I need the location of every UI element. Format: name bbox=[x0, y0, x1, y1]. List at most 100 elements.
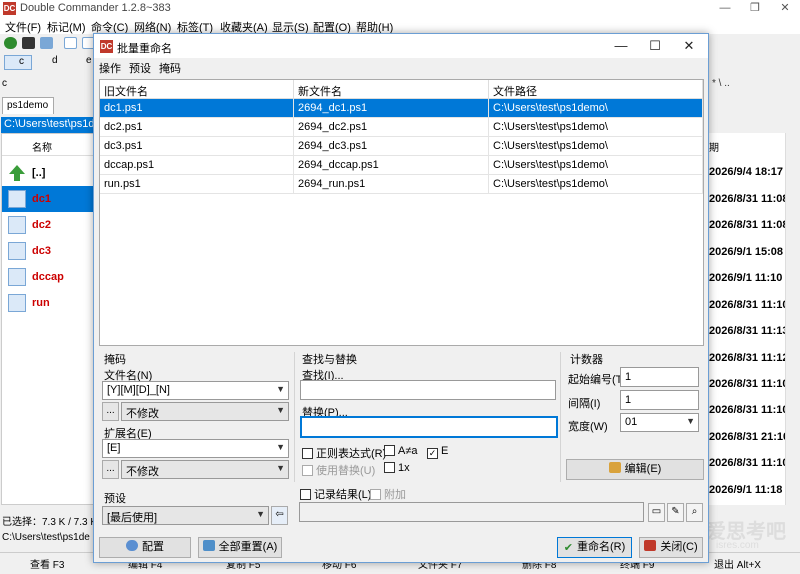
use-substitution-checkbox[interactable]: 使用替换(U) bbox=[302, 462, 375, 478]
list-item[interactable]: run bbox=[2, 290, 93, 316]
drive-button-c[interactable]: c bbox=[4, 55, 32, 70]
extension-mask-combo[interactable]: [E] ▼ bbox=[102, 439, 289, 458]
date-cell: 2026/8/31 11:08 bbox=[709, 193, 789, 205]
reset-all-button[interactable]: 全部重置(A) bbox=[198, 537, 282, 558]
table-row[interactable]: dc1.ps1 2694_dc1.ps1 C:\Users\test\ps1de… bbox=[100, 99, 703, 118]
path-cell: C:\Users\test\ps1demo\ bbox=[489, 175, 703, 194]
replace-input[interactable] bbox=[300, 416, 558, 438]
check-icon: ✔ bbox=[563, 542, 573, 554]
menu-mark[interactable]: 标记(M) bbox=[47, 19, 86, 35]
extension-case-value: 不修改 bbox=[126, 466, 159, 478]
find-input[interactable] bbox=[300, 380, 556, 400]
extension-only-label: E bbox=[441, 445, 449, 457]
menu-presets[interactable]: 预设 bbox=[129, 60, 151, 76]
column-header-path[interactable]: 文件路径 bbox=[489, 80, 703, 99]
maximize-icon[interactable]: ☐ bbox=[638, 34, 672, 58]
extension-mask-more-button[interactable]: ... bbox=[102, 460, 119, 479]
append-log-checkbox[interactable]: 附加 bbox=[370, 486, 406, 502]
drive-button-d[interactable]: d bbox=[38, 55, 58, 66]
log-file-input[interactable] bbox=[299, 502, 644, 522]
right-date-column-header[interactable]: 期 bbox=[709, 139, 719, 154]
presets-value: [最后使用] bbox=[107, 512, 158, 524]
menu-file[interactable]: 文件(F) bbox=[5, 19, 41, 35]
minimize-icon[interactable]: — bbox=[604, 34, 638, 58]
close-button[interactable]: 关闭(C) bbox=[639, 537, 703, 558]
list-item[interactable]: [..] bbox=[2, 160, 93, 186]
presets-combo[interactable]: [最后使用] ▼ bbox=[102, 506, 269, 525]
view-icon[interactable] bbox=[40, 37, 53, 49]
date-cell: 2026/8/31 21:10 bbox=[709, 431, 790, 443]
right-path-shortcuts[interactable]: * \ .. bbox=[712, 78, 730, 89]
table-row[interactable]: dccap.ps1 2694_dccap.ps1 C:\Users\test\p… bbox=[100, 156, 703, 175]
view-log-icon[interactable]: ⌕ bbox=[686, 503, 703, 522]
dialog-titlebar: DC 批量重命名 — ☐ ✕ bbox=[94, 34, 708, 58]
list-item[interactable]: dc3 bbox=[2, 238, 93, 264]
brief-view-icon[interactable] bbox=[64, 37, 77, 49]
checkbox-box bbox=[302, 465, 313, 476]
config-button[interactable]: 配置 bbox=[99, 537, 191, 558]
interval-input[interactable] bbox=[620, 390, 699, 410]
rename-button[interactable]: ✔ 重命名(R) bbox=[557, 537, 632, 558]
case-sensitive-checkbox[interactable]: A≠a bbox=[384, 445, 418, 457]
reset-icon bbox=[202, 540, 215, 551]
exit-icon bbox=[644, 540, 657, 551]
script-file-icon bbox=[8, 242, 26, 260]
interval-label: 间隔(I) bbox=[568, 398, 601, 410]
left-folder-tab[interactable]: ps1demo bbox=[2, 97, 54, 114]
filename-mask-combo[interactable]: [Y][M][D]_[N] ▼ bbox=[102, 381, 289, 400]
log-result-checkbox[interactable]: 记录结果(L) bbox=[300, 486, 371, 502]
edit-log-icon[interactable]: ✎ bbox=[667, 503, 684, 522]
menu-mask[interactable]: 掩码 bbox=[159, 60, 181, 76]
date-cell: 2026/8/31 11:08 bbox=[709, 219, 789, 231]
filename-mask-value: [Y][M][D]_[N] bbox=[107, 384, 170, 396]
table-row[interactable]: run.ps1 2694_run.ps1 C:\Users\test\ps1de… bbox=[100, 175, 703, 194]
left-name-column-header[interactable]: 名称 bbox=[2, 134, 93, 156]
list-item[interactable]: dc1 bbox=[2, 186, 93, 212]
extension-case-combo[interactable]: 不修改 ▼ bbox=[121, 460, 289, 479]
close-icon[interactable]: ✕ bbox=[770, 0, 800, 17]
save-preset-icon[interactable]: ⇦ bbox=[271, 506, 288, 525]
script-file-icon bbox=[8, 190, 26, 208]
list-item[interactable]: dccap bbox=[2, 264, 93, 290]
right-scrollbar[interactable] bbox=[785, 133, 800, 505]
list-item-label: dccap bbox=[32, 271, 64, 283]
close-button-label: 关闭(C) bbox=[660, 541, 698, 553]
script-file-icon bbox=[8, 268, 26, 286]
close-icon[interactable]: ✕ bbox=[672, 34, 706, 58]
left-current-path[interactable]: C:\Users\test\ps1demo\ bbox=[1, 117, 94, 133]
path-cell: C:\Users\test\ps1demo\ bbox=[489, 99, 703, 118]
gear-icon bbox=[126, 540, 138, 551]
edit-counter-button[interactable]: 编辑(E) bbox=[566, 459, 704, 480]
regex-checkbox[interactable]: 正则表达式(R) bbox=[302, 445, 386, 461]
list-item-label: dc2 bbox=[32, 219, 51, 231]
checkbox-box bbox=[384, 462, 395, 473]
fkey-exit-button[interactable]: 退出 Alt+X bbox=[714, 556, 761, 571]
list-item-label: dc3 bbox=[32, 245, 51, 257]
filename-mask-more-button[interactable]: ... bbox=[102, 402, 119, 421]
watermark-url: isres.com bbox=[716, 540, 759, 551]
menu-actions[interactable]: 操作 bbox=[99, 60, 121, 76]
start-number-input[interactable] bbox=[620, 367, 699, 387]
replace-once-checkbox[interactable]: 1x bbox=[384, 462, 410, 474]
column-header-old-name[interactable]: 旧文件名 bbox=[100, 80, 294, 99]
extension-only-checkbox[interactable]: ✓ E bbox=[427, 445, 448, 459]
table-row[interactable]: dc2.ps1 2694_dc2.ps1 C:\Users\test\ps1de… bbox=[100, 118, 703, 137]
table-row[interactable]: dc3.ps1 2694_dc3.ps1 C:\Users\test\ps1de… bbox=[100, 137, 703, 156]
column-header-new-name[interactable]: 新文件名 bbox=[294, 80, 489, 99]
drive-button-e[interactable]: e bbox=[72, 55, 92, 66]
filename-case-combo[interactable]: 不修改 ▼ bbox=[121, 402, 289, 421]
regex-label: 正则表达式(R) bbox=[316, 448, 387, 460]
new-name-cell: 2694_dc3.ps1 bbox=[294, 137, 489, 156]
mask-group-label: 掩码 bbox=[104, 354, 126, 366]
width-value: 01 bbox=[625, 416, 638, 428]
terminal-icon[interactable] bbox=[22, 37, 35, 49]
fkey-view-button[interactable]: 查看 F3 bbox=[30, 556, 64, 571]
list-item[interactable]: dc2 bbox=[2, 212, 93, 238]
browse-folder-icon[interactable]: ▭ bbox=[648, 503, 665, 522]
refresh-icon[interactable] bbox=[4, 37, 17, 49]
width-combo[interactable]: 01 ▼ bbox=[620, 413, 699, 432]
minimize-icon[interactable]: — bbox=[710, 0, 740, 17]
maximize-icon[interactable]: ❐ bbox=[740, 0, 770, 17]
left-file-list: 名称 [..] dc1 dc2 dc3 dccap run bbox=[1, 133, 94, 505]
command-line-path: C:\Users\test\ps1de bbox=[2, 532, 90, 543]
